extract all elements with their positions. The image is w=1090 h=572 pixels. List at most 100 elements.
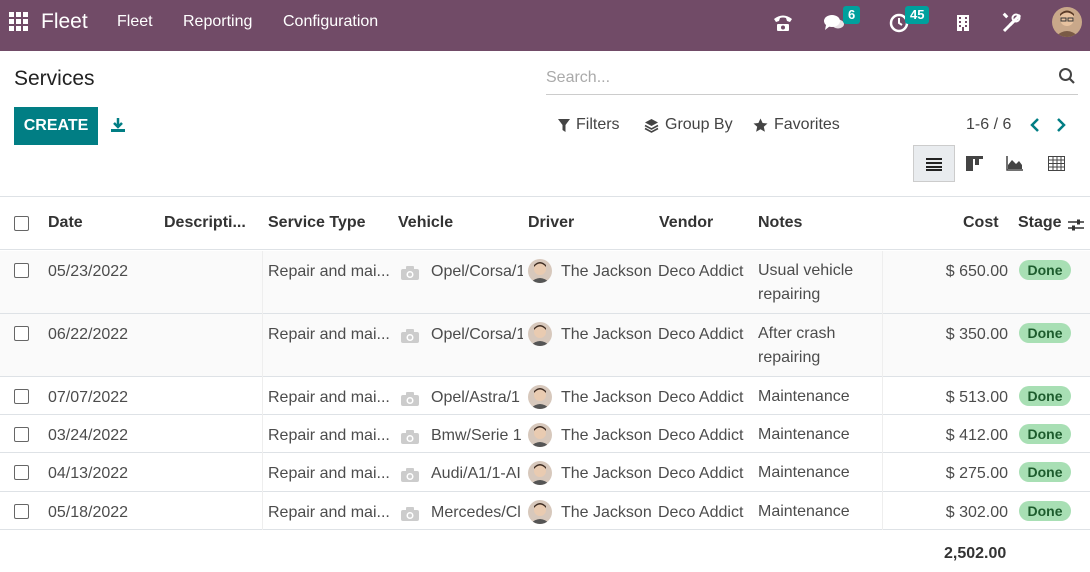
row-service-type: Repair and mai... bbox=[268, 263, 390, 280]
cost-total: 2,502.00 bbox=[944, 545, 1007, 562]
row-checkbox[interactable] bbox=[14, 427, 29, 442]
row-notes: Maintenance bbox=[758, 464, 850, 481]
row-notes: Maintenance bbox=[758, 503, 850, 520]
graph-view-button[interactable] bbox=[994, 145, 1036, 182]
table-row[interactable]: 03/24/2022 Repair and mai... Bmw/Serie 1 Th… bbox=[0, 415, 1090, 453]
select-all-checkbox[interactable] bbox=[14, 216, 29, 231]
row-vehicle: Bmw/Serie 1 bbox=[431, 427, 522, 444]
filters-label: Filters bbox=[576, 116, 620, 133]
vehicle-image-icon bbox=[400, 429, 420, 445]
table-row[interactable]: 07/07/2022 Repair and mai... Opel/Astra/1 T… bbox=[0, 377, 1090, 415]
download-icon[interactable] bbox=[109, 116, 127, 134]
column-header-vehicle[interactable]: Vehicle bbox=[398, 214, 453, 232]
stage-badge[interactable]: Done bbox=[1019, 501, 1071, 521]
phone-icon[interactable] bbox=[772, 12, 794, 34]
column-header-cost[interactable]: Cost bbox=[963, 214, 999, 232]
row-service-type: Repair and mai... bbox=[268, 427, 390, 444]
kanban-view-button[interactable] bbox=[953, 145, 995, 182]
row-cost: $ 275.00 bbox=[945, 465, 1008, 482]
row-notes: Maintenance bbox=[758, 388, 850, 405]
kanban-view-icon bbox=[965, 156, 983, 171]
row-date: 03/24/2022 bbox=[48, 427, 129, 444]
row-service-type: Repair and mai... bbox=[268, 465, 390, 482]
column-header-stage[interactable]: Stage bbox=[1018, 214, 1062, 232]
menu-fleet[interactable]: Fleet bbox=[117, 13, 153, 31]
debug-tools-icon[interactable] bbox=[1000, 12, 1024, 34]
menu-configuration[interactable]: Configuration bbox=[283, 13, 378, 31]
row-date: 05/23/2022 bbox=[48, 263, 129, 280]
row-checkbox[interactable] bbox=[14, 504, 29, 519]
row-cost: $ 302.00 bbox=[945, 504, 1008, 521]
pager-previous-icon[interactable] bbox=[1029, 116, 1043, 134]
layers-icon bbox=[644, 118, 659, 133]
create-button[interactable]: CREATE bbox=[14, 107, 98, 145]
column-header-service-type[interactable]: Service Type bbox=[268, 214, 366, 232]
row-driver: The Jackson bbox=[561, 326, 652, 343]
star-icon bbox=[753, 118, 768, 132]
vehicle-image-icon bbox=[400, 328, 420, 344]
activities-count-badge: 45 bbox=[905, 6, 930, 24]
row-vehicle: Opel/Corsa/1 bbox=[431, 263, 523, 280]
vehicle-image-icon bbox=[400, 467, 420, 483]
stage-badge[interactable]: Done bbox=[1019, 386, 1071, 406]
row-vehicle: Audi/A1/1-AI bbox=[431, 465, 521, 482]
pager-value[interactable]: 1-6 / 6 bbox=[966, 116, 1011, 134]
user-avatar[interactable] bbox=[1052, 7, 1082, 37]
row-notes: Usual vehicle repairing bbox=[758, 262, 854, 303]
stage-badge[interactable]: Done bbox=[1019, 462, 1071, 482]
row-cost: $ 513.00 bbox=[945, 389, 1008, 406]
row-date: 04/13/2022 bbox=[48, 465, 129, 482]
vehicle-image-icon bbox=[400, 391, 420, 407]
pager-next-icon[interactable] bbox=[1055, 116, 1069, 134]
column-header-vendor[interactable]: Vendor bbox=[659, 214, 713, 232]
stage-badge[interactable]: Done bbox=[1019, 323, 1071, 343]
table-row[interactable]: 05/23/2022 Repair and mai... Opel/Corsa/1 T… bbox=[0, 251, 1090, 314]
table-row[interactable]: 06/22/2022 Repair and mai... Opel/Corsa/1 T… bbox=[0, 314, 1090, 377]
row-notes: After crash repairing bbox=[758, 325, 836, 366]
table-row[interactable]: 04/13/2022 Repair and mai... Audi/A1/1-AI T… bbox=[0, 453, 1090, 492]
favorites-label: Favorites bbox=[774, 116, 840, 133]
row-service-type: Repair and mai... bbox=[268, 504, 390, 521]
search-input[interactable] bbox=[546, 66, 1046, 90]
vehicle-image-icon bbox=[400, 265, 420, 281]
optional-columns-icon[interactable] bbox=[1068, 218, 1084, 237]
row-cost: $ 650.00 bbox=[945, 263, 1008, 280]
column-header-driver[interactable]: Driver bbox=[528, 214, 574, 232]
menu-reporting[interactable]: Reporting bbox=[183, 13, 252, 31]
favorites-button[interactable]: Favorites bbox=[753, 116, 840, 134]
row-checkbox[interactable] bbox=[14, 389, 29, 404]
group-by-button[interactable]: Group By bbox=[644, 116, 733, 134]
table-header-row: Date Descripti... Service Type Vehicle D… bbox=[0, 197, 1090, 250]
stage-badge[interactable]: Done bbox=[1019, 424, 1071, 444]
top-navbar: Fleet Fleet Reporting Configuration 6 45 bbox=[0, 0, 1090, 51]
pivot-view-button[interactable] bbox=[1035, 145, 1077, 182]
row-checkbox[interactable] bbox=[14, 465, 29, 480]
row-vendor: Deco Addict bbox=[658, 427, 744, 444]
row-cost: $ 412.00 bbox=[945, 427, 1008, 444]
apps-menu-icon[interactable] bbox=[9, 12, 28, 31]
column-header-notes[interactable]: Notes bbox=[758, 214, 802, 232]
list-view-button[interactable] bbox=[913, 145, 955, 182]
row-checkbox[interactable] bbox=[14, 326, 29, 341]
company-building-icon[interactable] bbox=[955, 12, 971, 34]
row-service-type: Repair and mai... bbox=[268, 389, 390, 406]
group-by-label: Group By bbox=[665, 116, 733, 133]
filters-button[interactable]: Filters bbox=[558, 116, 620, 134]
search-icon[interactable] bbox=[1058, 67, 1076, 85]
pivot-table-icon bbox=[1047, 156, 1065, 171]
filter-icon bbox=[558, 118, 570, 132]
column-header-description[interactable]: Descripti... bbox=[164, 214, 246, 232]
app-brand[interactable]: Fleet bbox=[41, 10, 88, 34]
messages-icon[interactable] bbox=[823, 12, 845, 34]
table-row[interactable]: 05/18/2022 Repair and mai... Mercedes/Cl Th… bbox=[0, 492, 1090, 530]
column-header-date[interactable]: Date bbox=[48, 214, 83, 232]
driver-avatar bbox=[528, 259, 552, 283]
stage-badge[interactable]: Done bbox=[1019, 260, 1071, 280]
row-checkbox[interactable] bbox=[14, 263, 29, 278]
row-notes: Maintenance bbox=[758, 426, 850, 443]
row-driver: The Jackson bbox=[561, 504, 652, 521]
driver-avatar bbox=[528, 385, 552, 409]
row-vendor: Deco Addict bbox=[658, 504, 744, 521]
row-driver: The Jackson bbox=[561, 389, 652, 406]
row-vehicle: Mercedes/Cl bbox=[431, 504, 521, 521]
